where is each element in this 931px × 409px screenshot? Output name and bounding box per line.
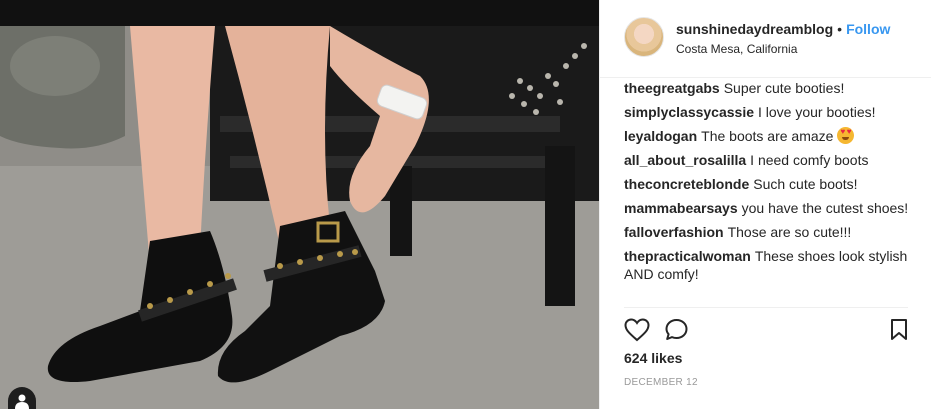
comment: mammabearsays you have the cutest shoes!: [624, 199, 914, 217]
likes-count[interactable]: 624 likes: [624, 350, 682, 366]
comment-bubble-icon[interactable]: [664, 318, 690, 344]
comment: theconcreteblonde Such cute boots!: [624, 175, 914, 193]
bookmark-icon[interactable]: [888, 318, 914, 344]
comment-list: theegreatgabs Super cute booties! simplyc…: [624, 79, 914, 283]
avatar[interactable]: [624, 17, 664, 57]
comment-text: Such cute boots!: [753, 176, 858, 192]
post-header: sunshinedaydreamblog • Follow Costa Mesa, …: [600, 0, 931, 78]
author-username[interactable]: sunshinedaydreamblog: [676, 21, 833, 37]
separator-dot: •: [837, 21, 843, 37]
heart-eyes-emoji-icon: [837, 127, 855, 144]
post-sidebar: sunshinedaydreamblog • Follow Costa Mesa, …: [599, 0, 931, 409]
comment-username[interactable]: simplyclassycassie: [624, 104, 754, 120]
comment-username[interactable]: falloverfashion: [624, 224, 724, 240]
divider: [624, 307, 908, 308]
comment-username[interactable]: leyaldogan: [624, 128, 697, 144]
comment-text: The boots are amaze: [701, 128, 834, 144]
comment: all_about_rosalilla I need comfy boots: [624, 151, 914, 169]
comment-username[interactable]: mammabearsays: [624, 200, 738, 216]
comment-text: I need comfy boots: [750, 152, 869, 168]
comment: thepracticalwoman These shoes look stylis…: [624, 247, 914, 283]
comment-username[interactable]: thepracticalwoman: [624, 248, 751, 264]
post-date[interactable]: DECEMBER 12: [624, 377, 698, 388]
comment-text: you have the cutest shoes!: [741, 200, 909, 216]
action-bar: [624, 318, 910, 344]
comment: simplyclassycassie I love your booties!: [624, 103, 914, 121]
comment: falloverfashion Those are so cute!!!: [624, 223, 914, 241]
username-row: sunshinedaydreamblog • Follow: [676, 21, 890, 37]
comment-username[interactable]: all_about_rosalilla: [624, 152, 746, 168]
user-silhouette-icon[interactable]: [8, 387, 36, 409]
comment-text: Super cute booties!: [723, 80, 845, 96]
location-link[interactable]: Costa Mesa, California: [676, 42, 797, 56]
comment: leyaldogan The boots are amaze: [624, 127, 914, 145]
comment-text: Those are so cute!!!: [727, 224, 852, 240]
follow-button[interactable]: Follow: [846, 21, 890, 37]
comment: theegreatgabs Super cute booties!: [624, 79, 914, 97]
comment-username[interactable]: theegreatgabs: [624, 80, 720, 96]
comment-username[interactable]: theconcreteblonde: [624, 176, 749, 192]
boots-photo-illustration: [0, 26, 599, 409]
post-photo[interactable]: [0, 26, 599, 409]
heart-icon[interactable]: [624, 318, 650, 344]
comment-text: I love your booties!: [758, 104, 876, 120]
